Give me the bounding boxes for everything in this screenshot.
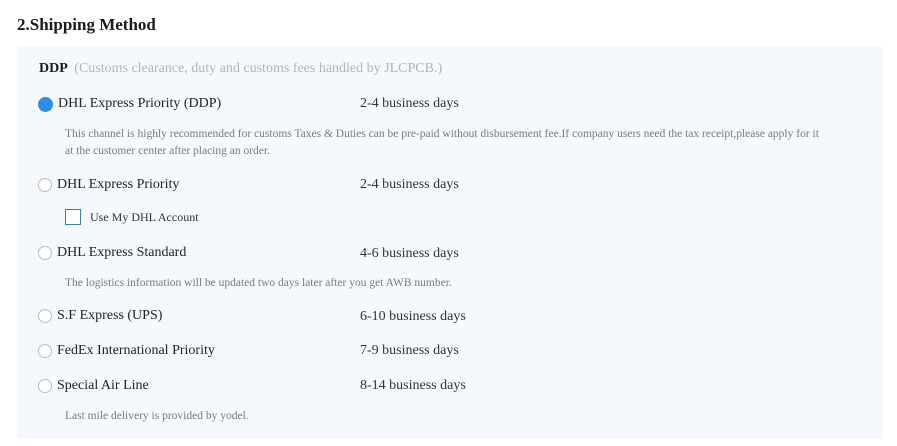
option-description: Last mile delivery is provided by yodel. [65,410,249,422]
radio-unselected-icon[interactable] [38,246,52,260]
radio-unselected-icon[interactable] [38,309,52,323]
radio-unselected-icon[interactable] [38,178,52,192]
shipping-option-special-air-line[interactable]: Special Air Line [38,376,149,396]
shipping-option-sf-express-ups[interactable]: S.F Express (UPS) [38,306,162,326]
shipping-options-panel: DDP (Customs clearance, duty and customs… [17,47,883,439]
option-description: This channel is highly recommended for c… [65,128,819,157]
shipping-option-dhl-priority[interactable]: DHL Express Priority [38,175,179,195]
shipping-option-dhl-priority-ddp[interactable]: DHL Express Priority (DDP) [38,94,221,114]
option-label: FedEx International Priority [57,343,215,358]
option-label: Special Air Line [57,378,149,393]
ddp-note: (Customs clearance, duty and customs fee… [74,61,443,76]
section-title: 2.Shipping Method [17,15,156,34]
option-delivery-time: 2-4 business days [360,177,459,192]
option-delivery-time: 2-4 business days [360,96,459,111]
ddp-header: DDP (Customs clearance, duty and customs… [39,61,442,77]
option-delivery-time: 6-10 business days [360,309,466,324]
checkbox-label: Use My DHL Account [90,209,199,224]
radio-unselected-icon[interactable] [38,344,52,358]
ddp-label: DDP [39,61,68,76]
option-delivery-time: 7-9 business days [360,343,459,358]
option-label: DHL Express Priority (DDP) [58,96,222,111]
option-label: DHL Express Priority [57,177,180,192]
shipping-option-fedex-international-priority[interactable]: FedEx International Priority [38,341,215,361]
radio-selected-icon[interactable] [38,96,53,112]
radio-unselected-icon[interactable] [38,379,52,393]
option-label: DHL Express Standard [57,245,187,260]
option-delivery-time: 4-6 business days [360,246,459,261]
checkbox-unchecked-icon[interactable] [65,209,81,225]
shipping-option-dhl-standard[interactable]: DHL Express Standard [38,243,186,263]
option-description: The logistics information will be update… [65,277,452,289]
option-label: S.F Express (UPS) [57,308,163,323]
shipping-method-page: 2.Shipping Method DDP (Customs clearance… [0,0,897,446]
option-delivery-time: 8-14 business days [360,378,466,393]
use-my-dhl-account-checkbox-row[interactable]: Use My DHL Account [65,209,199,225]
